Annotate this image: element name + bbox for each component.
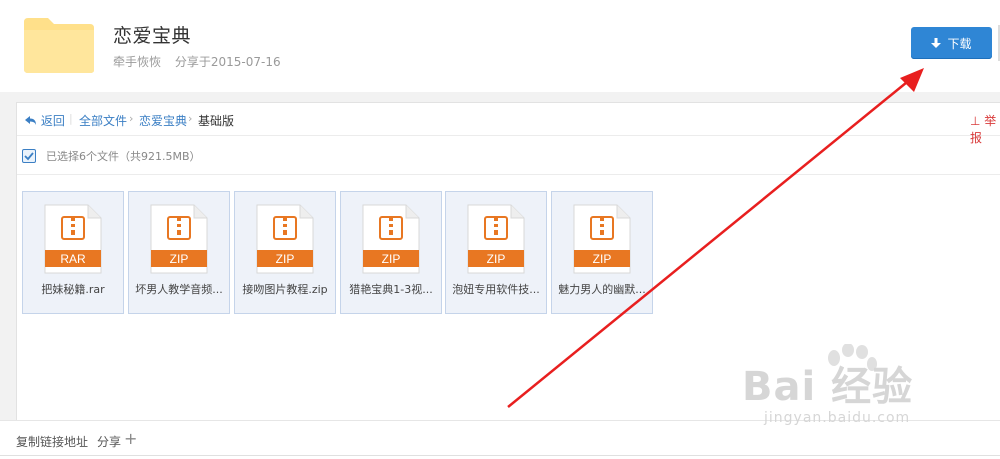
archive-file-icon: RAR	[44, 204, 102, 274]
archive-file-icon: ZIP	[467, 204, 525, 274]
check-icon	[24, 152, 34, 161]
select-all-checkbox[interactable]	[22, 149, 36, 163]
file-item[interactable]: ZIP 接吻图片教程.zip	[234, 191, 336, 314]
archive-file-icon: ZIP	[256, 204, 314, 274]
file-type-label: ZIP	[487, 252, 506, 266]
share-meta: 牵手恢恢 分享于2015-07-16	[113, 53, 291, 70]
back-label[interactable]: 返回	[41, 114, 65, 128]
selection-summary: 已选择6个文件（共921.5MB）	[46, 150, 201, 163]
file-name: 接吻图片教程.zip	[242, 283, 328, 296]
file-name: 魅力男人的幽默...	[558, 283, 646, 296]
chevron-right-icon: ›	[129, 112, 134, 125]
archive-file-icon: ZIP	[150, 204, 208, 274]
download-label: 下载	[947, 36, 972, 51]
share-date: 分享于2015-07-16	[174, 55, 281, 69]
download-button[interactable]: 下载	[911, 27, 992, 59]
copy-link-button[interactable]: 复制链接地址	[16, 433, 88, 450]
crumb-all-files[interactable]: 全部文件	[79, 114, 127, 128]
watermark-text: Bai 经验	[742, 364, 914, 410]
file-item[interactable]: ZIP 猎艳宝典1-3视...	[340, 191, 442, 314]
file-item[interactable]: ZIP 泡妞专用软件技...	[445, 191, 547, 314]
breadcrumb: 返回 | 全部文件 › 恋爱宝典 › 基础版 ⊥ 举报	[17, 103, 1000, 145]
file-item[interactable]: ZIP 坏男人教学音频...	[128, 191, 230, 314]
back-arrow-icon	[25, 116, 36, 125]
selection-bar: 已选择6个文件（共921.5MB）	[17, 136, 1000, 175]
baidu-watermark: Bai 经验 jingyan.baidu.com	[742, 344, 982, 438]
file-name: 坏男人教学音频...	[135, 283, 223, 296]
file-name: 泡妞专用软件技...	[452, 283, 540, 296]
file-item[interactable]: ZIP 魅力男人的幽默...	[551, 191, 653, 314]
author-name[interactable]: 牵手恢恢	[113, 55, 161, 69]
file-name: 把妹秘籍.rar	[41, 283, 105, 296]
share-button[interactable]: 分享	[97, 433, 121, 450]
file-type-label: ZIP	[170, 252, 189, 266]
chevron-right-icon: ›	[188, 112, 193, 125]
file-item[interactable]: RAR 把妹秘籍.rar	[22, 191, 124, 314]
crumb-current: 基础版	[198, 114, 235, 128]
file-type-label: ZIP	[382, 252, 401, 266]
divider: |	[69, 112, 73, 125]
download-icon	[931, 37, 942, 48]
plus-icon[interactable]: +	[124, 429, 137, 448]
divider	[0, 455, 1000, 456]
archive-file-icon: ZIP	[573, 204, 631, 274]
file-type-label: ZIP	[276, 252, 295, 266]
crumb-folder[interactable]: 恋爱宝典	[139, 114, 187, 128]
file-type-label: RAR	[60, 252, 86, 266]
file-name: 猎艳宝典1-3视...	[349, 283, 433, 296]
back-link[interactable]: 返回	[25, 112, 65, 129]
watermark-url: jingyan.baidu.com	[764, 410, 911, 426]
folder-icon	[24, 18, 94, 73]
report-icon: ⊥	[970, 114, 981, 128]
share-header: 恋爱宝典 牵手恢恢 分享于2015-07-16 下载	[0, 0, 1000, 92]
page-title: 恋爱宝典	[113, 25, 192, 47]
file-type-label: ZIP	[593, 252, 612, 266]
archive-file-icon: ZIP	[362, 204, 420, 274]
